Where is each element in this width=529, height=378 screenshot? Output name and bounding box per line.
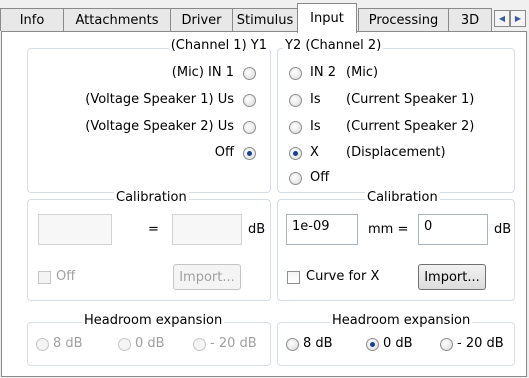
channel2-headroom-label: 8 dB [303,336,333,351]
tab-label: Driver [181,12,222,28]
arrow-left-icon: ◀ [498,14,506,23]
tab-strip: Info Attachments Driver Stimulus Input P… [0,0,529,33]
channel1-headroom-label: 0 dB [135,336,165,351]
channel2-headroom-radio-8db[interactable] [286,338,299,351]
channel2-option-desc: (Current Speaker 2) [346,119,475,134]
channel1-radio-us1[interactable] [243,94,256,107]
channel1-radio-off[interactable] [243,147,256,160]
tab-scroll-left-button[interactable]: ◀ [494,10,510,27]
tab-attachments[interactable]: Attachments [63,8,171,31]
tab-label: Attachments [75,12,159,28]
channel2-radio-in2[interactable] [289,67,302,80]
channel1-calibration-title: Calibration [114,190,189,205]
channel1-off-checkbox[interactable] [38,271,51,284]
channel2-calibration-title: Calibration [365,190,440,205]
channel2-headroom-label: - 20 dB [457,336,504,351]
channel2-curve-checkbox[interactable] [287,271,300,284]
channel1-calibration-left-input[interactable] [38,214,112,245]
radio-selected-dot [370,342,375,347]
channel1-option-label: Off [214,145,234,160]
tab-label: Processing [368,12,439,28]
channel2-calibration-unit: dB [494,222,512,237]
channel2-headroom-label: 0 dB [383,336,413,351]
channel1-option-label: (Voltage Speaker 2) Us [85,119,234,134]
tab-label: Input [310,11,344,26]
channel2-option-label: Off [310,170,330,185]
channel1-headroom-title: Headroom expansion [82,313,225,328]
channel2-curve-label: Curve for X [306,269,380,284]
channel1-calibration-right-input[interactable] [172,214,242,245]
tab-label: Info [19,12,45,28]
arrow-right-icon: ▶ [514,14,522,23]
channel2-radio-x[interactable] [289,147,302,160]
channel2-option-label: IN 2 [310,65,336,80]
channel1-calibration-unit: dB [248,222,266,237]
channel2-headroom-radio-0db[interactable] [366,338,379,351]
channel2-calibration-left-input[interactable]: 1e-09 [286,214,358,245]
channel2-headroom-title: Headroom expansion [330,313,473,328]
channel2-radio-is1[interactable] [289,94,302,107]
channel1-calibration-equals: = [148,222,159,237]
channel2-radio-is2[interactable] [289,121,302,134]
tab-info[interactable]: Info [0,8,64,31]
channel1-option-label: (Mic) IN 1 [171,65,234,80]
channel2-calibration-right-input[interactable]: 0 [418,214,488,245]
channel2-radio-off[interactable] [289,172,302,185]
tab-label: Stimulus [236,12,294,28]
channel2-option-desc: (Mic) [346,65,379,80]
channel1-off-label: Off [56,269,76,284]
tab-scroll-right-button[interactable]: ▶ [510,10,526,27]
channel2-calibration-mid-label: mm = [368,222,409,237]
tab-driver[interactable]: Driver [170,8,233,31]
tab-stimulus[interactable]: Stimulus [232,8,298,31]
tab-input[interactable]: Input [297,3,357,33]
radio-selected-dot [247,151,252,156]
channel1-title: (Channel 1) Y1 [168,38,269,53]
channel2-option-label: Is [310,92,321,107]
channel2-option-desc: (Displacement) [346,145,446,160]
tab-3d[interactable]: 3D [448,8,492,31]
tab-label: 3D [460,12,480,28]
channel1-headroom-radio-0db[interactable] [118,338,131,351]
channel2-title: Y2 (Channel 2) [283,38,384,53]
channel1-headroom-label: - 20 dB [210,336,257,351]
button-label: Import... [424,269,480,285]
channel2-option-label: X [310,145,319,160]
channel2-option-desc: (Current Speaker 1) [346,92,475,107]
channel1-option-label: (Voltage Speaker 1) Us [85,92,234,107]
channel1-headroom-label: 8 dB [53,336,83,351]
channel2-option-label: Is [310,119,321,134]
channel1-radio-in1[interactable] [243,67,256,80]
channel2-import-button[interactable]: Import... [418,264,486,290]
channel1-headroom-radio-minus20db[interactable] [193,338,206,351]
tab-processing[interactable]: Processing [358,8,449,31]
channel1-import-button[interactable]: Import... [173,264,241,290]
radio-selected-dot [293,151,298,156]
channel2-headroom-radio-minus20db[interactable] [440,338,453,351]
button-label: Import... [179,269,235,285]
channel1-headroom-radio-8db[interactable] [36,338,49,351]
channel1-radio-us2[interactable] [243,121,256,134]
